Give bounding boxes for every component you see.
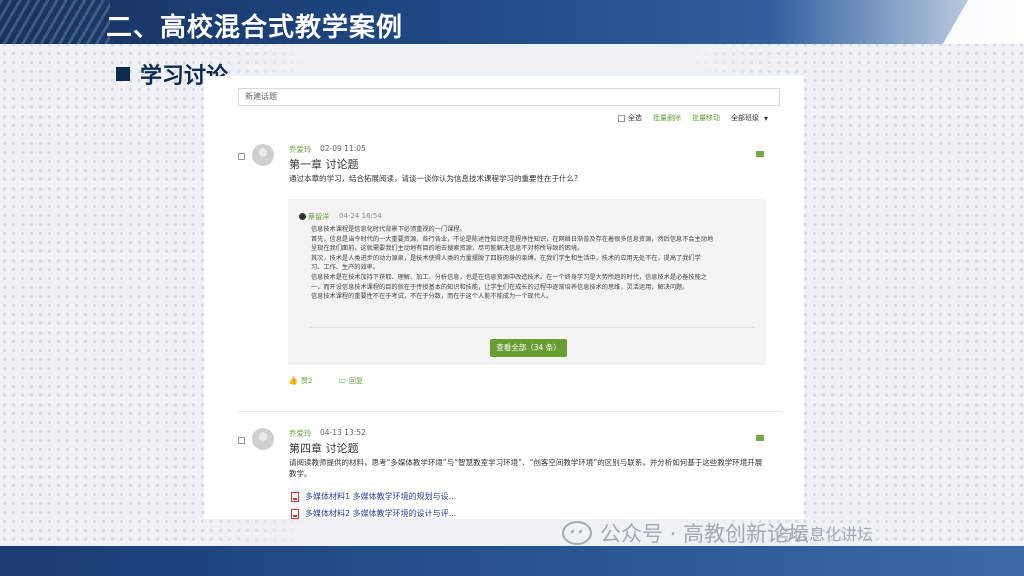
- like-count: 赞2: [300, 377, 313, 385]
- post-question: 通过本章的学习，结合拓展阅读，请谈一谈你认为信息技术课程学习的重要性在于什么?: [289, 174, 578, 183]
- reply-line: 信息技术是在技术加持下获取、理解、加工、分析信息，也是在信息资源中改造技术。在一…: [311, 273, 707, 281]
- avatar: [252, 428, 274, 450]
- discussion-screenshot: 新建话题 全选 批量删除 批量移动 全部班级 ▾ 乔爱玲 02-09 11:05…: [204, 76, 804, 519]
- discussion-toolbar: 全选 批量删除 批量移动 全部班级 ▾: [618, 113, 768, 123]
- select-all-checkbox[interactable]: 全选: [618, 113, 642, 123]
- class-filter-select[interactable]: 全部班级: [731, 113, 759, 123]
- post-actions: 👍 赞2 ▭ 回复: [288, 376, 363, 386]
- post-checkbox[interactable]: [238, 153, 245, 160]
- dropdown-caret-icon[interactable]: ▾: [764, 114, 768, 123]
- pdf-file-icon: [291, 491, 299, 502]
- like-button[interactable]: 👍 赞2: [288, 376, 312, 386]
- select-all-label: 全选: [628, 114, 642, 122]
- topic-post-2: 乔爱玲 04-13 13:52 第四章 讨论题 请阅读教师提供的材料，思考“多媒…: [238, 428, 782, 519]
- more-menu-icon[interactable]: [756, 151, 764, 157]
- new-topic-input[interactable]: 新建话题: [238, 88, 780, 106]
- reply-line: 呈现在我们面前，这就需要我们主动地有目的地去搜索资源，尽可能解决信息不对称所导致…: [311, 245, 584, 253]
- reply-line: 首先，信息是当今时代的一大重要资源，各行各业，不论是陈述性知识还是程序性知识，在…: [311, 235, 714, 243]
- reply-body: 信息技术课程是信息化时代背景下必须重视的一门课程。 首先，信息是当今时代的一大重…: [311, 225, 755, 302]
- reply-divider: [310, 327, 754, 328]
- reply-line: 信息技术课程的重要性不在于考试，不在于分数，而在于这个人能不能成为一个现代人。: [311, 293, 553, 301]
- checkbox-icon: [618, 114, 625, 122]
- reply-avatar: [299, 213, 306, 220]
- reply-label: 回复: [349, 377, 363, 385]
- watermark: 公众号 · 高教创新论坛 与信息化讲坛: [562, 518, 873, 548]
- reply-line: 一，而开设信息技术课程的目的就在于传授基本的知识和技能，让学生们在成长的过程中逐…: [311, 283, 689, 291]
- pdf-file-icon: [291, 508, 299, 519]
- avatar: [252, 144, 274, 166]
- comment-icon: ▭: [338, 376, 346, 385]
- attachment-label: 多媒体材料1 多媒体教学环境的规划与设...: [305, 492, 457, 501]
- reply-author[interactable]: 蔡留洋: [308, 212, 329, 222]
- attachment-link[interactable]: 多媒体材料2 多媒体教学环境的设计与评...: [291, 508, 456, 519]
- banner-stripes: [0, 0, 110, 44]
- bottom-banner: [0, 546, 1024, 576]
- more-menu-icon[interactable]: [756, 435, 764, 441]
- slide-title: 二、高校混合式教学案例: [106, 13, 404, 43]
- bullet-square-icon: [116, 67, 130, 81]
- post-time: 04-13 13:52: [320, 428, 366, 437]
- post-title[interactable]: 第一章 讨论题: [289, 156, 359, 172]
- banner-wedge: [914, 0, 1024, 44]
- watermark-overlay: 与信息化讲坛: [777, 525, 874, 544]
- post-question: 请阅读教师提供的材料，思考“多媒体教学环境”与“智慧教室学习环境”、“创客空间教…: [289, 458, 763, 478]
- post-title[interactable]: 第四章 讨论题: [289, 440, 359, 456]
- post-author[interactable]: 乔爱玲: [289, 144, 312, 155]
- reply-time: 04-24 16:54: [339, 212, 382, 220]
- reply-line: 信息技术课程是信息化时代背景下必须重视的一门课程。: [311, 226, 466, 233]
- post-time: 02-09 11:05: [320, 144, 366, 153]
- batch-delete-button[interactable]: 批量删除: [653, 113, 681, 123]
- post-author[interactable]: 乔爱玲: [289, 428, 312, 439]
- post-checkbox[interactable]: [238, 437, 245, 444]
- batch-move-button[interactable]: 批量移动: [692, 113, 720, 123]
- reply-button[interactable]: ▭ 回复: [338, 376, 363, 386]
- topic-post-1: 乔爱玲 02-09 11:05 第一章 讨论题 通过本章的学习，结合拓展阅读，请…: [238, 144, 782, 404]
- reply-line: 其次，技术是人类进步的动力源泉，是技术使得人类的力量摆脱了四肢肉身的束缚。在我们…: [311, 254, 701, 262]
- reply-box: 蔡留洋 04-24 16:54 信息技术课程是信息化时代背景下必须重视的一门课程…: [288, 199, 766, 365]
- attachment-label: 多媒体材料2 多媒体教学环境的设计与评...: [305, 509, 457, 518]
- post-separator: [238, 411, 782, 412]
- thumbs-up-icon: 👍: [288, 376, 298, 385]
- wechat-icon: [562, 521, 592, 545]
- attachment-link[interactable]: 多媒体材料1 多媒体教学环境的规划与设...: [291, 491, 456, 502]
- reply-line: 习、工作、生产的效率。: [311, 264, 380, 272]
- view-all-replies-button[interactable]: 查看全部（34 条）: [490, 339, 567, 357]
- title-banner: 二、高校混合式教学案例: [0, 0, 1024, 44]
